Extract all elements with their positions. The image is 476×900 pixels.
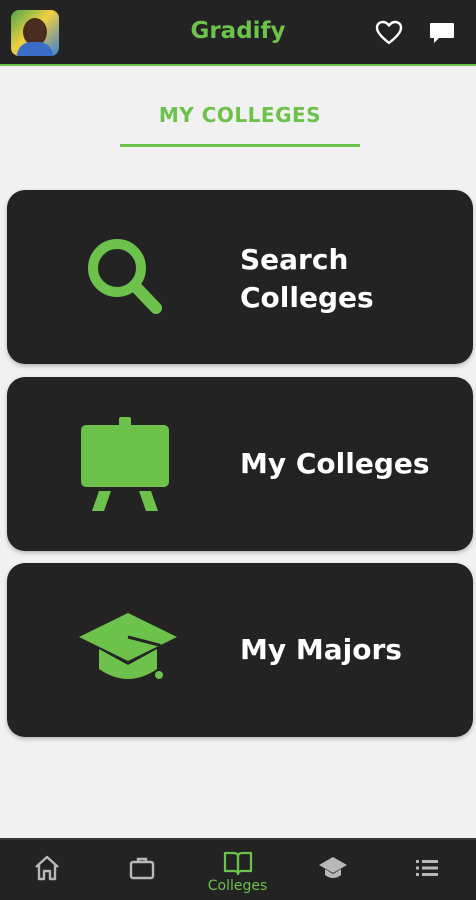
my-colleges-label: My Colleges: [240, 447, 430, 480]
heart-icon[interactable]: [375, 20, 403, 46]
search-colleges-card[interactable]: Search Colleges: [7, 190, 473, 364]
home-icon: [35, 855, 59, 881]
chat-bubble-icon[interactable]: [428, 20, 456, 46]
list-icon: [416, 860, 438, 876]
tab-underline: [120, 144, 360, 147]
nav-colleges[interactable]: Colleges: [190, 840, 285, 900]
open-book-icon: [223, 851, 253, 876]
bottom-navigation: Colleges: [0, 838, 476, 900]
my-colleges-card[interactable]: My Colleges: [7, 377, 473, 551]
nav-home[interactable]: [0, 840, 95, 900]
nav-majors[interactable]: [285, 840, 380, 900]
graduation-cap-icon: [79, 613, 177, 679]
nav-menu[interactable]: [380, 840, 475, 900]
nav-colleges-label: Colleges: [207, 878, 268, 894]
app-title: Gradify: [190, 18, 286, 44]
magnifier-icon: [88, 239, 162, 314]
easel-board-icon: [81, 417, 169, 511]
my-majors-label: My Majors: [240, 633, 402, 666]
my-majors-card[interactable]: My Majors: [7, 563, 473, 737]
briefcase-icon: [129, 857, 155, 880]
top-app-bar: Gradify: [0, 0, 476, 66]
tab-my-colleges[interactable]: MY COLLEGES: [120, 103, 360, 147]
search-colleges-label: Search Colleges: [240, 243, 374, 314]
nav-jobs[interactable]: [95, 840, 190, 900]
section-title: MY COLLEGES: [158, 103, 322, 127]
avatar-shirt: [17, 42, 53, 56]
graduation-cap-icon: [319, 857, 347, 878]
